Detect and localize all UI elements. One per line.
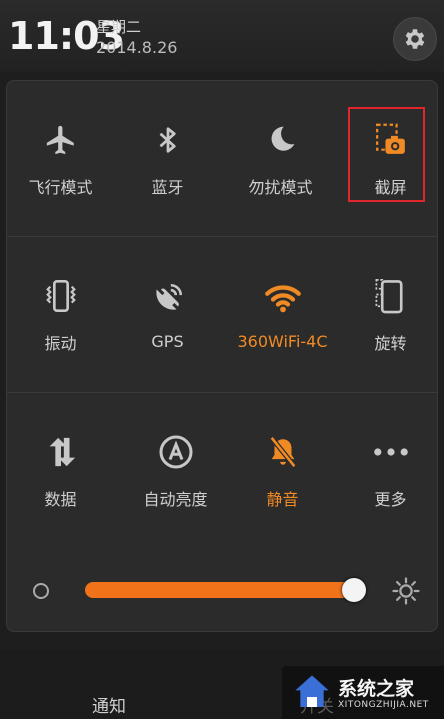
toggle-wifi[interactable]: 360WiFi-4C xyxy=(229,237,336,392)
watermark: 系统之家 XITONGZHIJIA.NET xyxy=(282,666,444,719)
toggle-label: 数据 xyxy=(44,489,77,509)
rotate-icon xyxy=(375,278,403,313)
screenshot-highlight-box xyxy=(348,107,425,202)
mute-icon xyxy=(269,435,296,468)
vibrate-icon xyxy=(45,279,76,312)
toggle-gps[interactable]: GPS xyxy=(114,237,221,392)
toggle-bluetooth[interactable]: 蓝牙 xyxy=(114,81,221,236)
toggle-label: 360WiFi-4C xyxy=(237,332,328,351)
date-label: 2014.8.26 xyxy=(96,38,178,57)
toggle-label: 飞行模式 xyxy=(28,177,93,197)
toggle-label: GPS xyxy=(151,332,184,351)
toggle-data[interactable]: 数据 xyxy=(7,393,114,548)
toggle-label: 蓝牙 xyxy=(151,177,184,197)
gear-icon xyxy=(405,29,425,49)
toggle-label: 勿扰模式 xyxy=(248,177,313,197)
weekday-label: 星期二 xyxy=(96,18,142,36)
more-icon xyxy=(373,447,408,456)
toggle-label: 静音 xyxy=(266,489,299,509)
wifi-icon xyxy=(264,285,301,313)
toggle-label: 更多 xyxy=(374,489,407,509)
brightness-slider-thumb[interactable] xyxy=(342,578,366,602)
toggle-label: 自动亮度 xyxy=(143,489,208,509)
toggle-airplane[interactable]: 飞行模式 xyxy=(7,81,114,236)
quick-settings-panel: 飞行模式 蓝牙 勿扰模式 截屏 振动 GPS 360WiFi-4C 旋转 数据 … xyxy=(6,80,438,632)
toggle-label: 旋转 xyxy=(374,333,407,353)
gps-icon xyxy=(155,283,182,310)
toggle-rotate[interactable]: 旋转 xyxy=(337,237,444,392)
house-logo-icon xyxy=(295,675,329,707)
toggle-label: 振动 xyxy=(44,333,77,353)
toggle-mute[interactable]: 静音 xyxy=(229,393,336,548)
brightness-slider-row xyxy=(7,548,437,632)
settings-button[interactable] xyxy=(393,17,437,61)
toggle-grid: 飞行模式 蓝牙 勿扰模式 截屏 振动 GPS 360WiFi-4C 旋转 数据 … xyxy=(7,81,437,548)
toggle-row-1: 飞行模式 蓝牙 勿扰模式 截屏 xyxy=(7,81,437,237)
toggle-row-2: 振动 GPS 360WiFi-4C 旋转 xyxy=(7,237,437,393)
tab-notifications[interactable]: 通知 xyxy=(92,692,126,717)
brightness-slider[interactable] xyxy=(85,582,354,598)
brightness-low-icon xyxy=(33,583,49,599)
toggle-dnd[interactable]: 勿扰模式 xyxy=(227,81,334,236)
data-icon xyxy=(49,437,75,466)
brightness-high-icon xyxy=(392,577,420,605)
toggle-auto-brightness[interactable]: 自动亮度 xyxy=(122,393,229,548)
toggle-vibrate[interactable]: 振动 xyxy=(7,237,114,392)
bluetooth-icon xyxy=(159,126,176,153)
watermark-text: 系统之家 xyxy=(338,678,415,700)
status-bar: 11:03 星期二 2014.8.26 xyxy=(0,0,444,72)
auto-brightness-icon xyxy=(159,435,192,468)
moon-icon xyxy=(271,126,294,151)
toggle-more[interactable]: 更多 xyxy=(337,393,444,548)
toggle-row-3: 数据 自动亮度 静音 更多 xyxy=(7,393,437,548)
airplane-icon xyxy=(46,125,74,154)
watermark-url: XITONGZHIJIA.NET xyxy=(338,700,429,710)
